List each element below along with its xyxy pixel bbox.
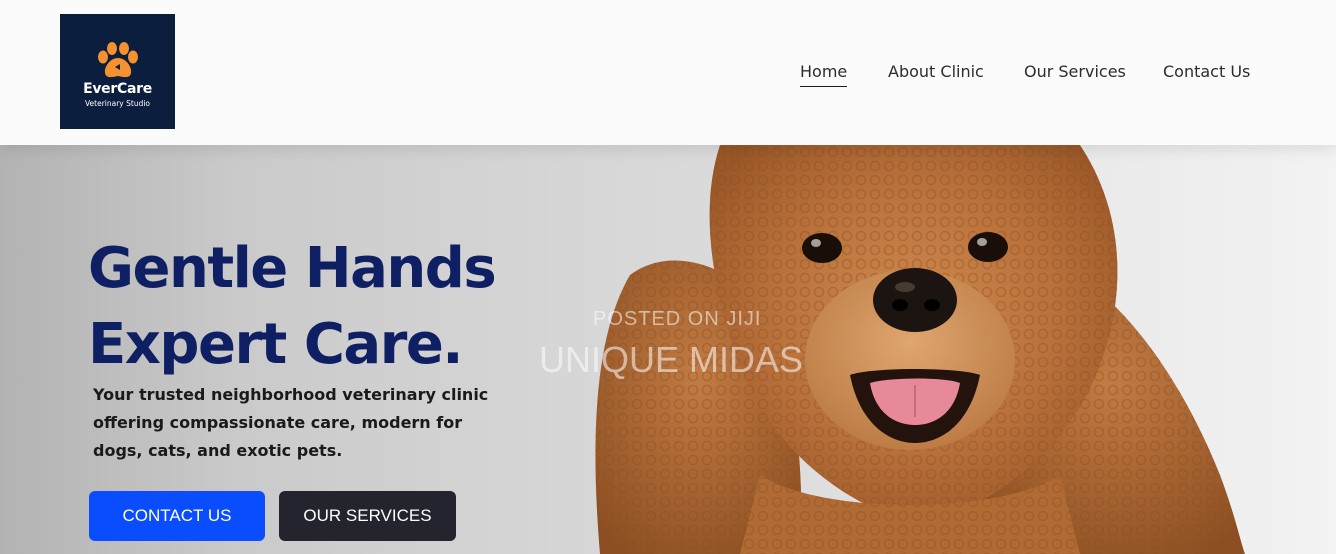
hero-title-line1: Gentle Hands bbox=[88, 236, 497, 301]
hero-title-line2: Expert Care. bbox=[88, 312, 464, 377]
site-header: EverCare Veterinary Studio Home About Cl… bbox=[0, 0, 1336, 145]
brand-tagline: Veterinary Studio bbox=[84, 99, 151, 108]
hero-section: Gentle Hands Expert Care. Your trusted n… bbox=[0, 145, 1336, 554]
hero-description: Your trusted neighborhood veterinary cli… bbox=[93, 385, 489, 460]
hero-title: Gentle Hands Expert Care. bbox=[88, 231, 497, 383]
our-services-button[interactable]: OUR SERVICES bbox=[279, 491, 456, 541]
nav-about-clinic[interactable]: About Clinic bbox=[888, 62, 984, 86]
contact-us-button[interactable]: CONTACT US bbox=[89, 491, 265, 541]
nav-home[interactable]: Home bbox=[800, 62, 848, 87]
nav-contact-us[interactable]: Contact Us bbox=[1163, 62, 1250, 86]
brand-name: EverCare bbox=[83, 81, 152, 97]
watermark-line2: UNIQUE MIDAS bbox=[539, 339, 804, 380]
brand-logo[interactable]: EverCare Veterinary Studio bbox=[60, 14, 175, 129]
nav-our-services[interactable]: Our Services bbox=[1024, 62, 1126, 86]
paw-icon bbox=[97, 42, 138, 78]
watermark-line1: POSTED ON JIJI bbox=[593, 308, 762, 330]
